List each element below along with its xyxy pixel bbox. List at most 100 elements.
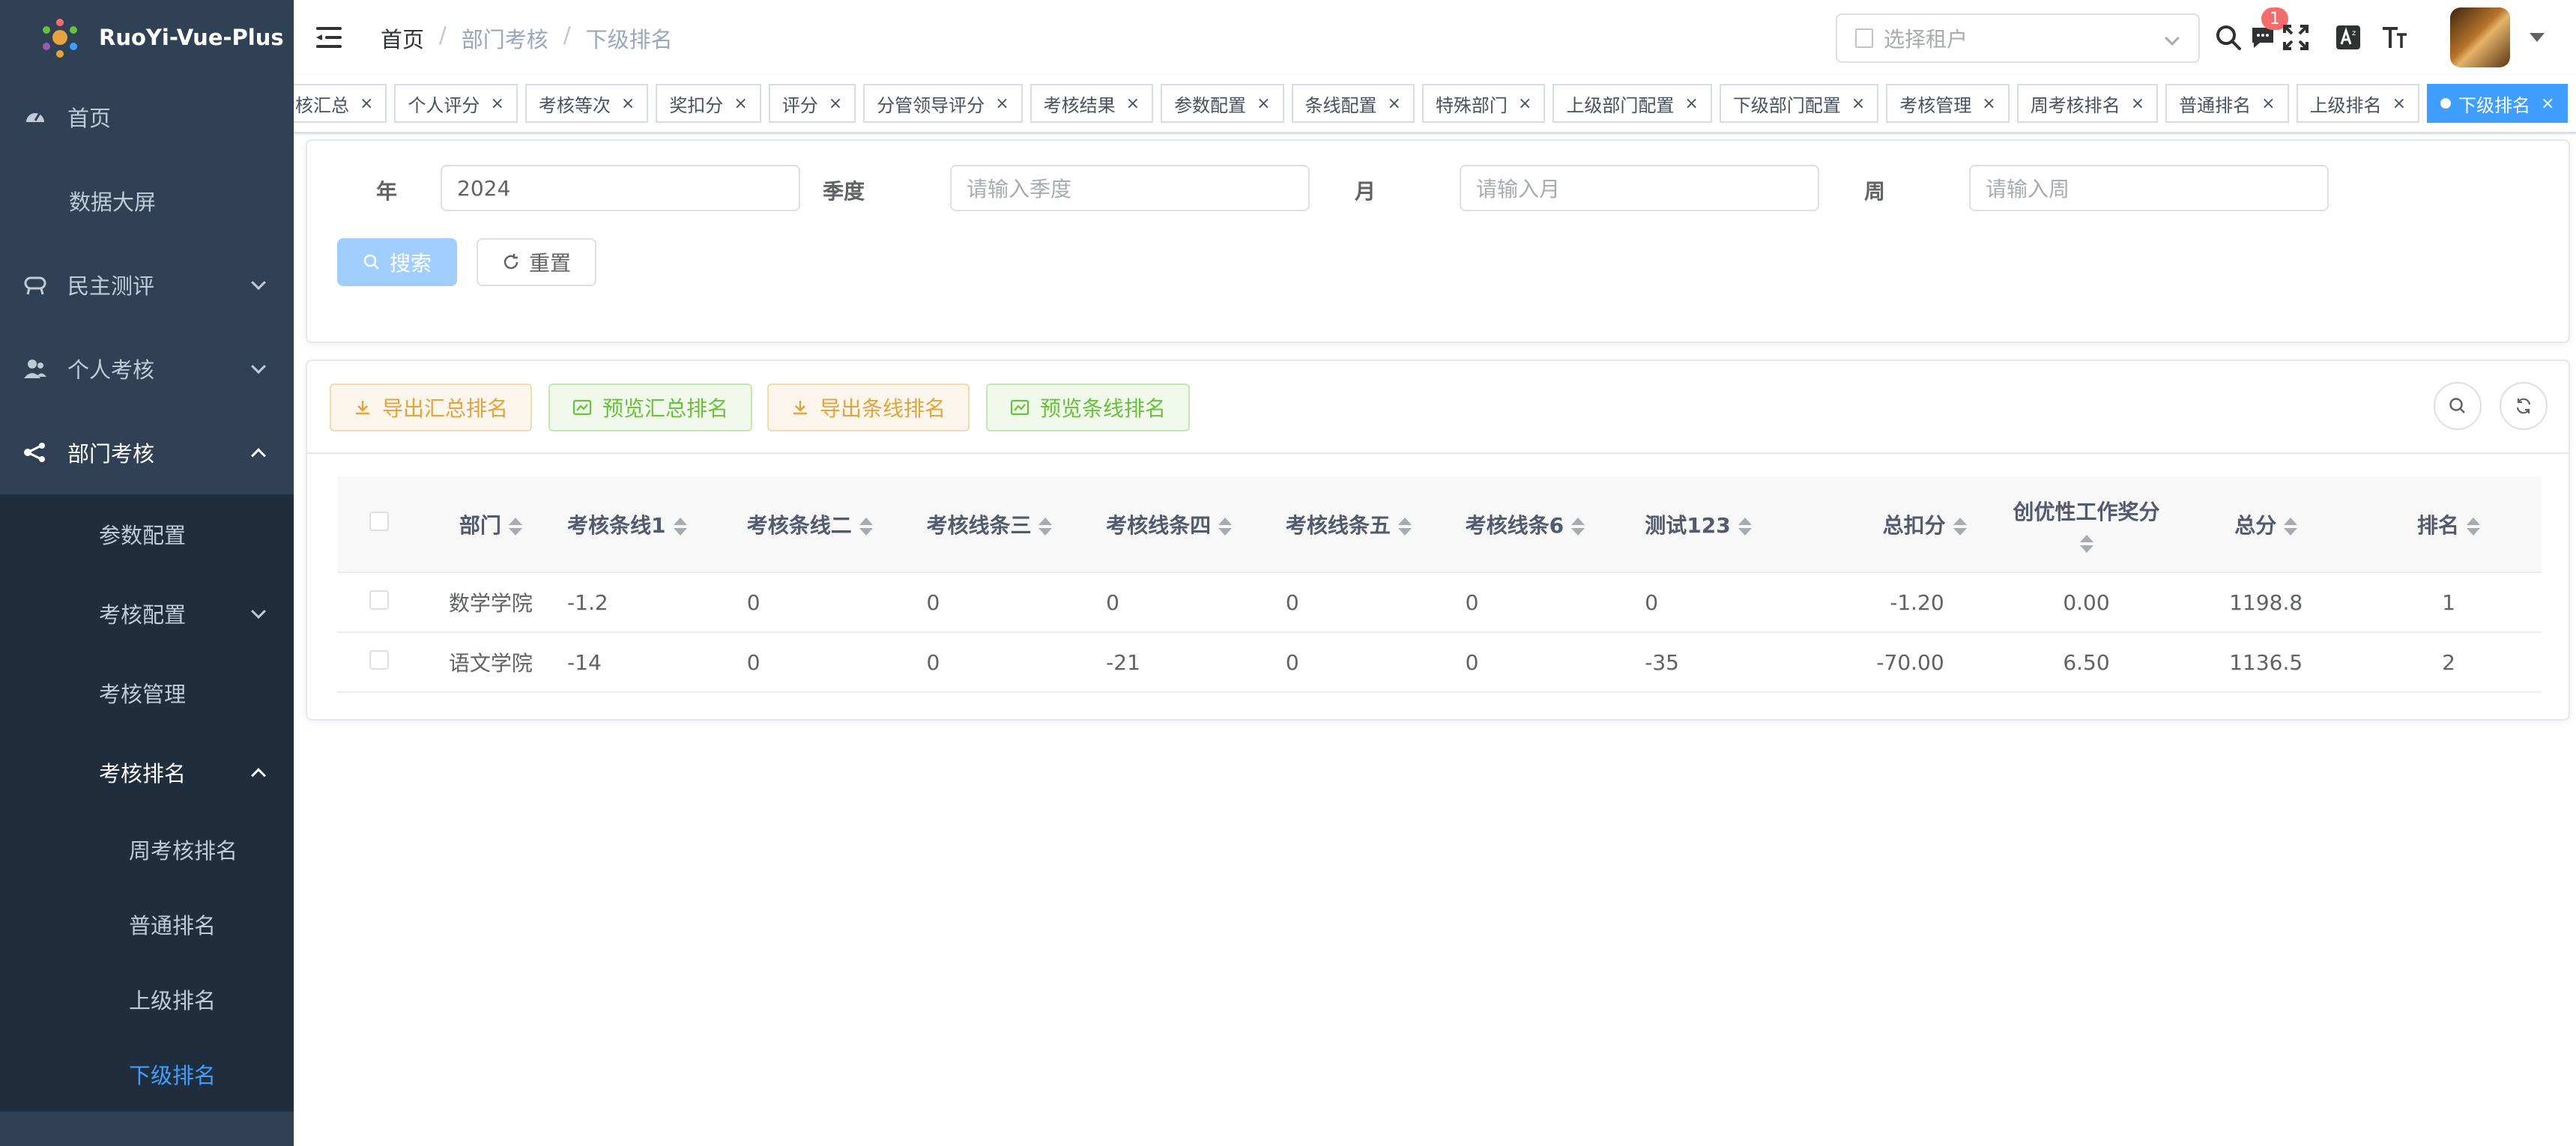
close-icon[interactable]: × <box>829 94 842 113</box>
close-icon[interactable]: × <box>734 94 747 113</box>
tag[interactable]: 分管领导评分 × <box>863 84 1023 123</box>
close-icon[interactable]: × <box>1851 94 1865 113</box>
toggle-search-button[interactable] <box>2434 382 2482 430</box>
close-icon[interactable]: × <box>2392 94 2406 113</box>
column-header[interactable]: 考核条线二 <box>739 476 919 573</box>
breadcrumb-home[interactable]: 首页 <box>381 22 424 54</box>
sort-icon[interactable] <box>1738 517 1752 536</box>
sort-icon[interactable] <box>2079 534 2093 553</box>
column-header[interactable]: 考核线条三 <box>919 476 1099 573</box>
search-button[interactable]: 搜索 <box>337 238 457 286</box>
avatar[interactable] <box>2450 7 2510 67</box>
select-all-checkbox[interactable] <box>369 512 390 531</box>
close-icon[interactable]: × <box>1126 94 1140 113</box>
tag-active[interactable]: 下级排名 × <box>2427 84 2569 123</box>
tag[interactable]: 条线配置 × <box>1291 84 1415 123</box>
column-header[interactable]: 总分 <box>2176 476 2356 573</box>
sidebar-item-home[interactable]: 首页 <box>0 75 294 159</box>
close-icon[interactable]: × <box>1982 94 1995 113</box>
sidebar-item-param-config[interactable]: 参数配置 <box>0 494 294 574</box>
preview-line-ranking-button[interactable]: 预览条线排名 <box>986 383 1191 431</box>
fullscreen-icon[interactable] <box>2279 21 2312 54</box>
month-input[interactable]: 请输入月 <box>1460 165 1819 211</box>
close-icon[interactable]: × <box>995 94 1009 113</box>
refresh-table-button[interactable] <box>2500 382 2548 430</box>
sidebar-item-subordinate-ranking[interactable]: 下级排名 <box>0 1037 294 1112</box>
sidebar-item-eval-manage[interactable]: 考核管理 <box>0 653 294 733</box>
tenant-select[interactable]: 选择租户 <box>1836 13 2200 63</box>
sort-icon[interactable] <box>859 517 873 536</box>
tag[interactable]: 上级排名 × <box>2296 84 2419 123</box>
logo[interactable]: RuoYi-Vue-Plus <box>0 0 294 75</box>
week-input[interactable]: 请输入周 <box>1969 165 2329 211</box>
close-icon[interactable]: × <box>1684 94 1698 113</box>
sort-icon[interactable] <box>1397 517 1412 536</box>
sidebar-item-eval-config[interactable]: 考核配置 <box>0 574 294 653</box>
sort-icon[interactable] <box>673 517 687 536</box>
tag[interactable]: 考核管理 × <box>1886 84 2010 123</box>
tag[interactable]: 考核汇总 × <box>294 84 387 123</box>
close-icon[interactable]: × <box>2131 94 2144 113</box>
preview-total-ranking-button[interactable]: 预览汇总排名 <box>548 383 753 431</box>
close-icon[interactable]: × <box>621 94 635 113</box>
tag[interactable]: 普通排名 × <box>2165 84 2289 123</box>
column-header[interactable]: 考核线条四 <box>1098 476 1278 573</box>
row-checkbox[interactable] <box>369 649 390 670</box>
hamburger-icon[interactable] <box>316 25 342 49</box>
table-cell: 0 <box>739 632 919 693</box>
tag[interactable]: 考核等次 × <box>524 84 649 123</box>
column-header[interactable]: 创优性工作奖分 <box>1996 476 2177 573</box>
sort-icon[interactable] <box>1953 517 1967 536</box>
row-checkbox[interactable] <box>369 589 390 610</box>
font-size-icon[interactable] <box>2378 21 2411 54</box>
sort-icon[interactable] <box>2284 517 2298 536</box>
close-icon[interactable]: × <box>490 94 504 113</box>
sidebar-item-personal-eval[interactable]: 个人考核 <box>0 327 294 410</box>
caret-down-icon[interactable] <box>2530 33 2545 42</box>
export-line-ranking-button[interactable]: 导出条线排名 <box>767 383 970 431</box>
sidebar-item-democratic-eval[interactable]: 民主测评 <box>0 243 294 327</box>
tag[interactable]: 奖扣分 × <box>656 84 761 123</box>
tag[interactable]: 周考核排名 × <box>2016 84 2159 123</box>
sidebar-item-normal-ranking[interactable]: 普通排名 <box>0 887 294 962</box>
table-row[interactable]: 语文学院 -14 0 0 -21 0 0 -35 -70.00 6.50 113… <box>337 632 2542 693</box>
sidebar-item-dept-eval[interactable]: 部门考核 <box>0 410 294 494</box>
column-header[interactable]: 测试123 <box>1637 476 1817 573</box>
tag[interactable]: 个人评分 × <box>394 84 518 123</box>
column-header[interactable]: 排名 <box>2356 476 2542 573</box>
sort-icon[interactable] <box>1218 517 1233 536</box>
export-total-ranking-button[interactable]: 导出汇总排名 <box>330 383 533 431</box>
reset-button[interactable]: 重置 <box>477 238 596 286</box>
tag[interactable]: 下级部门配置 × <box>1719 84 1879 123</box>
tag[interactable]: 考核结果 × <box>1030 84 1154 123</box>
column-header[interactable]: 总扣分 <box>1816 476 1997 573</box>
translate-icon[interactable]: z <box>2332 21 2365 54</box>
close-icon[interactable]: × <box>1388 94 1401 113</box>
close-icon[interactable]: × <box>2261 94 2275 113</box>
tag[interactable]: 特殊部门 × <box>1421 84 1546 123</box>
column-header[interactable]: 考核条线1 <box>560 476 740 573</box>
tag[interactable]: 上级部门配置 × <box>1552 84 1712 123</box>
sort-icon[interactable] <box>2467 517 2481 536</box>
sort-icon[interactable] <box>508 517 522 536</box>
sidebar-item-eval-ranking[interactable]: 考核排名 <box>0 733 294 812</box>
close-icon[interactable]: × <box>2541 94 2554 113</box>
column-header[interactable]: 考核线条五 <box>1278 476 1458 573</box>
sort-icon[interactable] <box>1571 517 1585 536</box>
quarter-input[interactable]: 请输入季度 <box>950 165 1310 211</box>
close-icon[interactable]: × <box>1257 94 1270 113</box>
close-icon[interactable]: × <box>360 94 373 113</box>
sort-icon[interactable] <box>1038 517 1053 536</box>
sidebar-item-weekly-ranking[interactable]: 周考核排名 <box>0 812 294 887</box>
column-header[interactable]: 考核线条6 <box>1457 476 1638 573</box>
tag[interactable]: 评分 × <box>768 84 856 123</box>
column-header[interactable]: 部门 <box>421 476 560 573</box>
year-input[interactable]: 2024 <box>441 165 800 211</box>
close-icon[interactable]: × <box>1518 94 1532 113</box>
sidebar-item-data-screen[interactable]: 数据大屏 <box>0 159 294 243</box>
tag[interactable]: 参数配置 × <box>1161 84 1284 123</box>
sidebar-item-superior-ranking[interactable]: 上级排名 <box>0 962 294 1037</box>
survey-icon <box>22 272 48 297</box>
table-row[interactable]: 数学学院 -1.2 0 0 0 0 0 0 -1.20 0.00 1198.8 … <box>337 572 2542 633</box>
search-icon[interactable] <box>2212 21 2245 54</box>
